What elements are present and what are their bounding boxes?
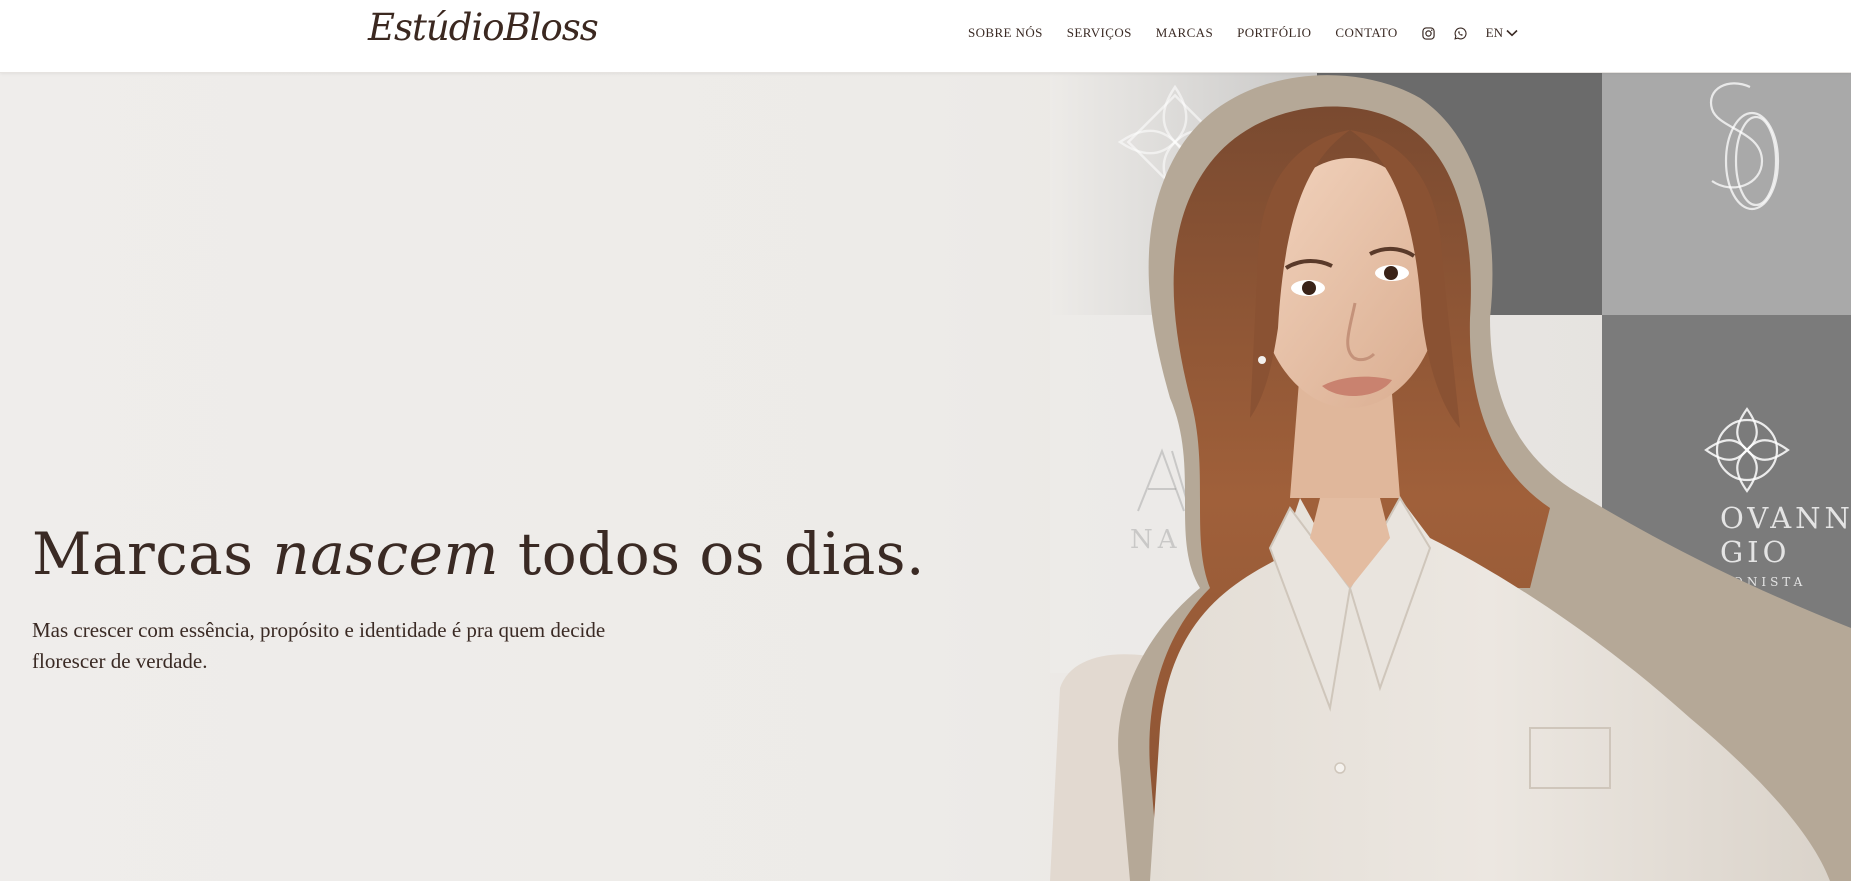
site-header: EstúdioBloss SOBRE NÓS SERVIÇOS MARCAS P…: [0, 0, 1851, 73]
nav-item-sobre-nos[interactable]: SOBRE NÓS: [968, 25, 1043, 41]
instagram-icon[interactable]: [1422, 26, 1436, 40]
whatsapp-icon[interactable]: [1454, 26, 1468, 40]
nav-item-marcas[interactable]: MARCAS: [1156, 25, 1213, 41]
nav-item-servicos[interactable]: SERVIÇOS: [1067, 25, 1132, 41]
hero-portrait-image: [1050, 75, 1851, 881]
chevron-down-icon: [1506, 29, 1518, 37]
headline-part-1: Marcas: [32, 520, 273, 588]
site-logo[interactable]: EstúdioBloss: [368, 6, 599, 49]
nav-item-contato[interactable]: CONTATO: [1335, 25, 1397, 41]
hero-subheadline: Mas crescer com essência, propósito e id…: [32, 618, 606, 673]
headline-part-2: todos os dias.: [498, 520, 925, 588]
language-label: EN: [1485, 25, 1503, 40]
hero-headline: Marcas nascem todos os dias.: [32, 520, 925, 588]
language-selector[interactable]: EN: [1486, 25, 1518, 41]
nav-item-portfolio[interactable]: PORTFÓLIO: [1237, 25, 1311, 41]
main-nav: SOBRE NÓS SERVIÇOS MARCAS PORTFÓLIO CONT…: [968, 0, 1518, 66]
headline-emphasis: nascem: [272, 520, 499, 588]
hero-section: NA VIEI OVANNA GIO ONISTA: [0, 73, 1851, 881]
